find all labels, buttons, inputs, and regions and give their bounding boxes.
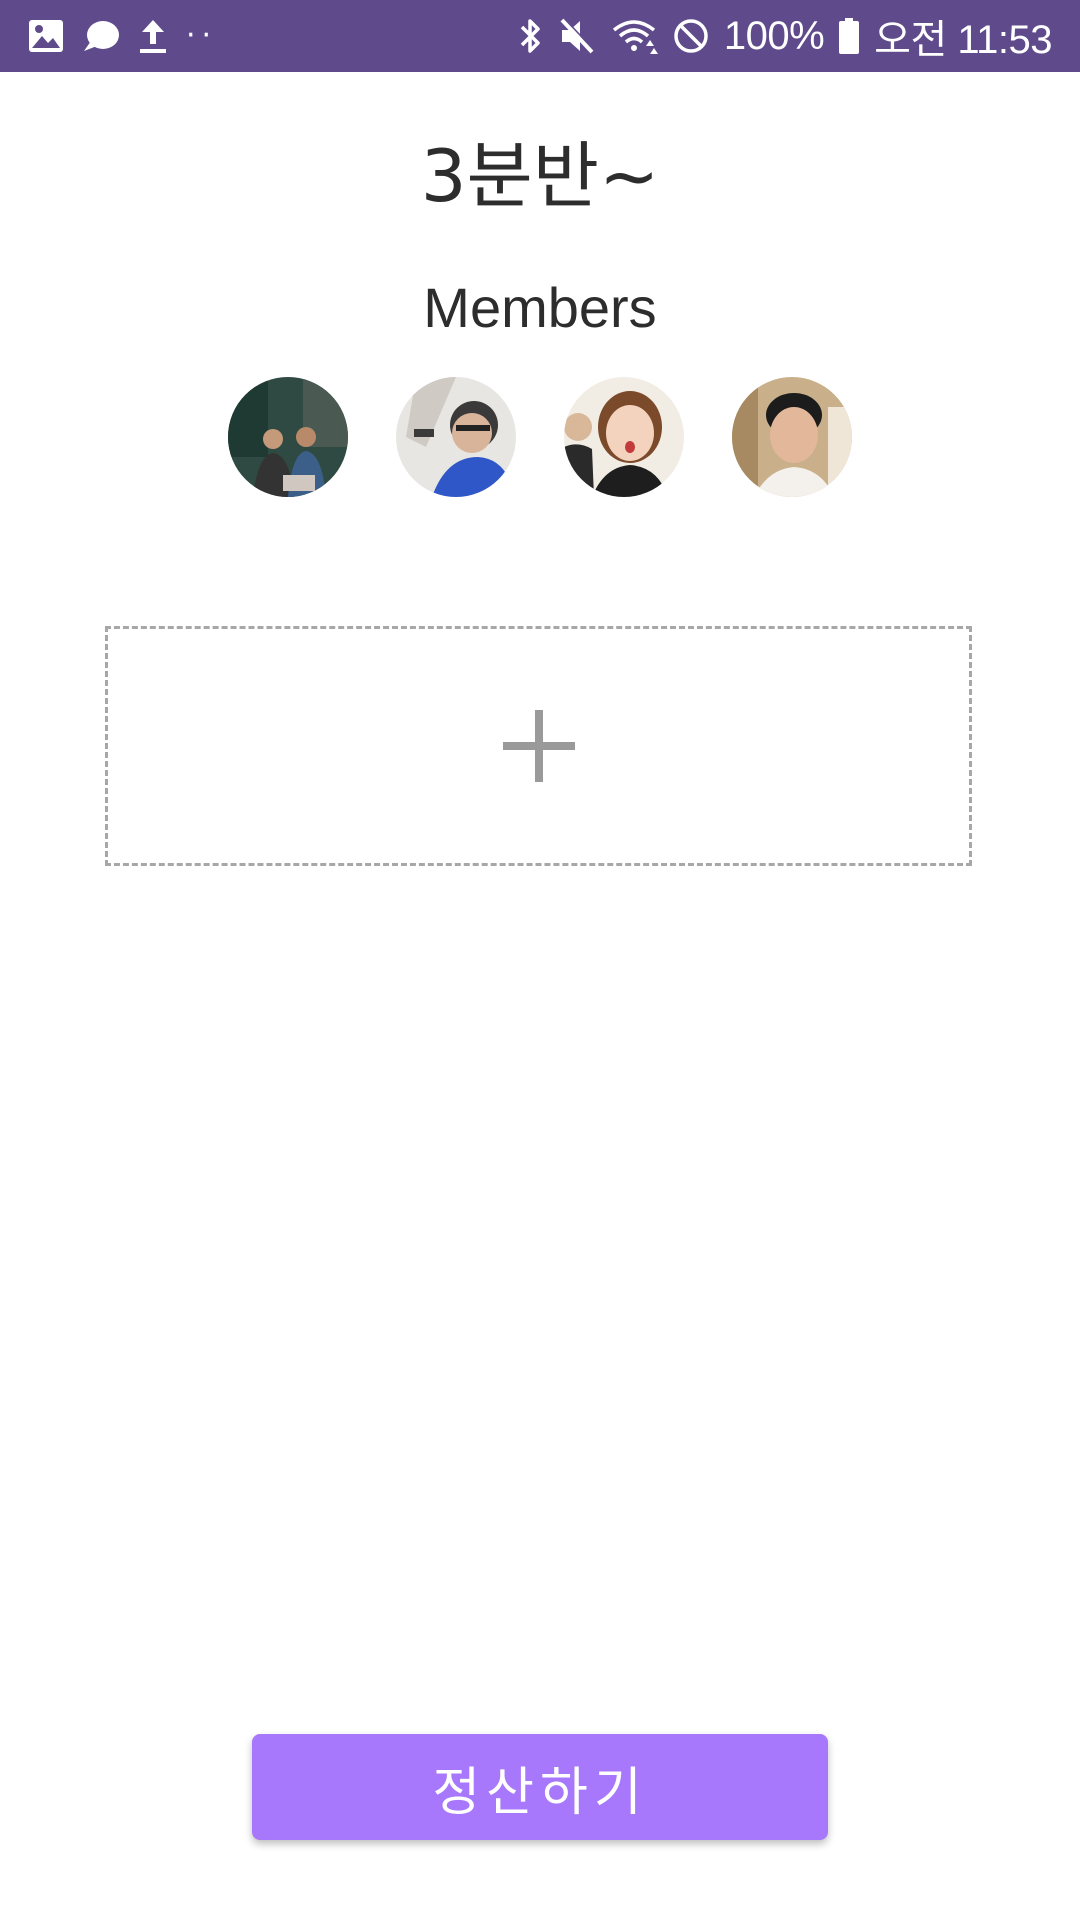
status-time: 오전 11:53 [874, 18, 1052, 62]
mute-icon [558, 16, 596, 56]
battery-percent: 100% [723, 13, 825, 58]
no-disturb-icon [672, 16, 710, 56]
members-row [0, 377, 1080, 497]
chat-bubble-icon [82, 16, 120, 56]
upload-icon [138, 16, 168, 56]
battery-icon [838, 16, 860, 56]
bluetooth-icon [518, 16, 544, 56]
add-item-box[interactable] [105, 626, 972, 866]
gallery-icon [28, 16, 64, 56]
status-right-icons: 100% 오전 11:53 [518, 0, 1052, 72]
group-title: 3분반~ [420, 134, 660, 218]
app-screen: ·· 100% 오전 11:53 3분반~ Members 정산하기 [0, 0, 1080, 1920]
status-bar: ·· 100% 오전 11:53 [0, 0, 1080, 72]
plus-icon [502, 710, 575, 782]
members-heading: Members [423, 276, 657, 339]
wifi-icon [610, 16, 658, 56]
member-avatar-3[interactable] [564, 377, 684, 497]
member-avatar-4[interactable] [732, 377, 852, 497]
more-dots-icon: ·· [186, 18, 218, 53]
member-avatar-2[interactable] [396, 377, 516, 497]
status-left-icons: ·· [28, 0, 217, 72]
settle-button[interactable]: 정산하기 [252, 1734, 828, 1840]
member-avatar-1[interactable] [228, 377, 348, 497]
